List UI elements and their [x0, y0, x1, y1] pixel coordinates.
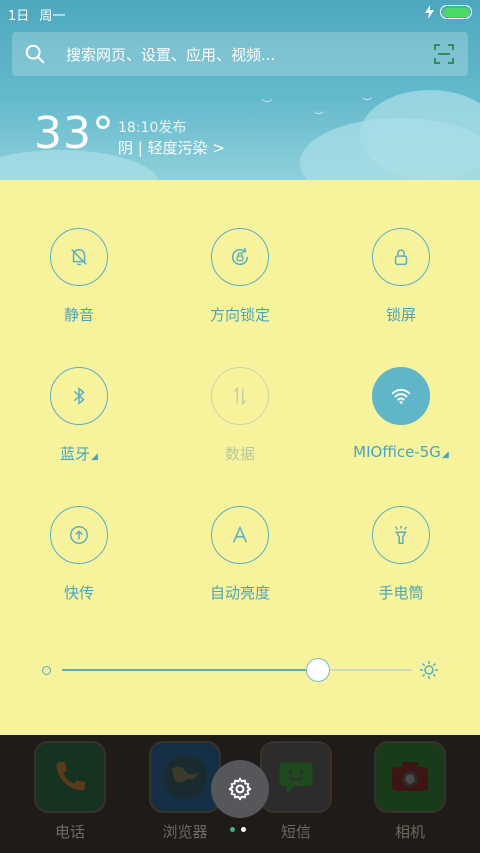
tile-circle[interactable] — [50, 228, 108, 286]
camera-icon[interactable] — [374, 741, 446, 813]
status-weekday: 周一 — [39, 9, 66, 24]
tile-label: 锁屏 — [385, 306, 416, 324]
bell-off-icon — [71, 249, 87, 266]
expand-indicator: ◢ — [91, 452, 98, 462]
bird-decoration: ︶ — [314, 112, 324, 123]
page-dot — [230, 827, 235, 832]
browser-globe-icon[interactable] — [149, 741, 221, 813]
tile-circle[interactable] — [50, 367, 108, 425]
battery-icon — [440, 5, 472, 19]
message-icon[interactable] — [260, 741, 332, 813]
weather-description[interactable]: 阴 | 轻度污染 > — [118, 137, 225, 158]
tile-label: 方向锁定 — [209, 306, 270, 324]
app-label: 浏览器 — [162, 823, 208, 841]
tile-label: 手电筒 — [378, 584, 424, 602]
auto-brightness-icon — [232, 525, 248, 543]
app-camera[interactable]: 相机 — [360, 741, 460, 842]
app-label: 电话 — [54, 823, 85, 841]
tile-label: 数据 — [224, 445, 255, 463]
tile-wifi[interactable]: MIOffice-5G◢ — [321, 367, 480, 461]
scan-icon[interactable] — [434, 44, 454, 64]
tile-circle[interactable] — [372, 367, 430, 425]
wifi-label: MIOffice-5G — [353, 443, 441, 461]
tile-circle[interactable] — [372, 506, 430, 564]
bird-decoration: ︶ — [362, 98, 372, 109]
tile-bluetooth[interactable]: 蓝牙◢ — [0, 367, 159, 464]
phone-icon[interactable] — [34, 741, 106, 813]
upload-icon — [70, 526, 88, 544]
status-date: 1日 — [8, 9, 30, 24]
tile-transfer[interactable]: 快传 — [0, 506, 159, 603]
tile-circle[interactable] — [50, 506, 108, 564]
weather-temperature[interactable]: 33° — [34, 108, 115, 159]
tile-lock-screen[interactable]: 锁屏 — [321, 228, 480, 325]
search-placeholder: 搜索网页、设置、应用、视频... — [66, 46, 276, 64]
tile-silent[interactable]: 静音 — [0, 228, 159, 325]
brightness-high-icon — [420, 661, 438, 679]
app-phone[interactable]: 电话 — [20, 741, 120, 842]
charging-icon — [425, 5, 434, 19]
tile-label: 静音 — [63, 306, 94, 324]
tile-circle[interactable] — [211, 228, 269, 286]
search-bar[interactable]: 搜索网页、设置、应用、视频... — [12, 32, 468, 76]
bluetooth-label: 蓝牙 — [60, 445, 91, 463]
bird-decoration: ︶ — [262, 100, 272, 111]
expand-indicator: ◢ — [441, 450, 449, 460]
wifi-icon — [391, 389, 411, 404]
page-indicator — [230, 827, 246, 832]
data-arrows-icon — [233, 386, 247, 406]
brightness-low-icon — [42, 666, 51, 675]
quick-settings-panel: 静音 方向锁定 锁屏 蓝牙◢ 数据 MIOffice-5G◢ 快传 自动亮度 手… — [0, 180, 480, 735]
lock-icon — [394, 249, 408, 266]
brightness-slider-handle[interactable] — [305, 658, 330, 682]
rotation-lock-icon — [232, 247, 249, 266]
tile-circle[interactable] — [211, 367, 269, 425]
weather-published-time: 18:10发布 — [118, 120, 187, 136]
gear-icon — [228, 777, 252, 801]
page-dot — [241, 827, 246, 832]
tile-circle[interactable] — [372, 228, 430, 286]
tile-flashlight[interactable]: 手电筒 — [321, 506, 480, 603]
status-bar: 1日 周一 — [0, 0, 480, 26]
brightness-slider[interactable] — [62, 658, 412, 682]
flashlight-icon — [394, 525, 408, 544]
settings-button[interactable] — [211, 760, 269, 818]
tile-label: MIOffice-5G◢ — [321, 443, 480, 461]
app-label: 短信 — [280, 823, 311, 841]
tile-label: 蓝牙◢ — [0, 443, 159, 464]
tile-label: 自动亮度 — [209, 584, 270, 602]
search-icon — [25, 44, 45, 64]
tile-data[interactable]: 数据 — [160, 367, 320, 464]
app-label: 相机 — [394, 823, 425, 841]
tile-circle[interactable] — [211, 506, 269, 564]
bluetooth-icon — [73, 387, 85, 405]
brightness-slider-fill — [62, 669, 318, 671]
tile-rotation-lock[interactable]: 方向锁定 — [160, 228, 320, 325]
tile-label: 快传 — [63, 584, 94, 602]
header-area: ︶ ︶ ︶ 1日 周一 搜索网页、设置、应用、视频... 33° 18:10发布… — [0, 0, 480, 180]
tile-auto-brightness[interactable]: 自动亮度 — [160, 506, 320, 603]
